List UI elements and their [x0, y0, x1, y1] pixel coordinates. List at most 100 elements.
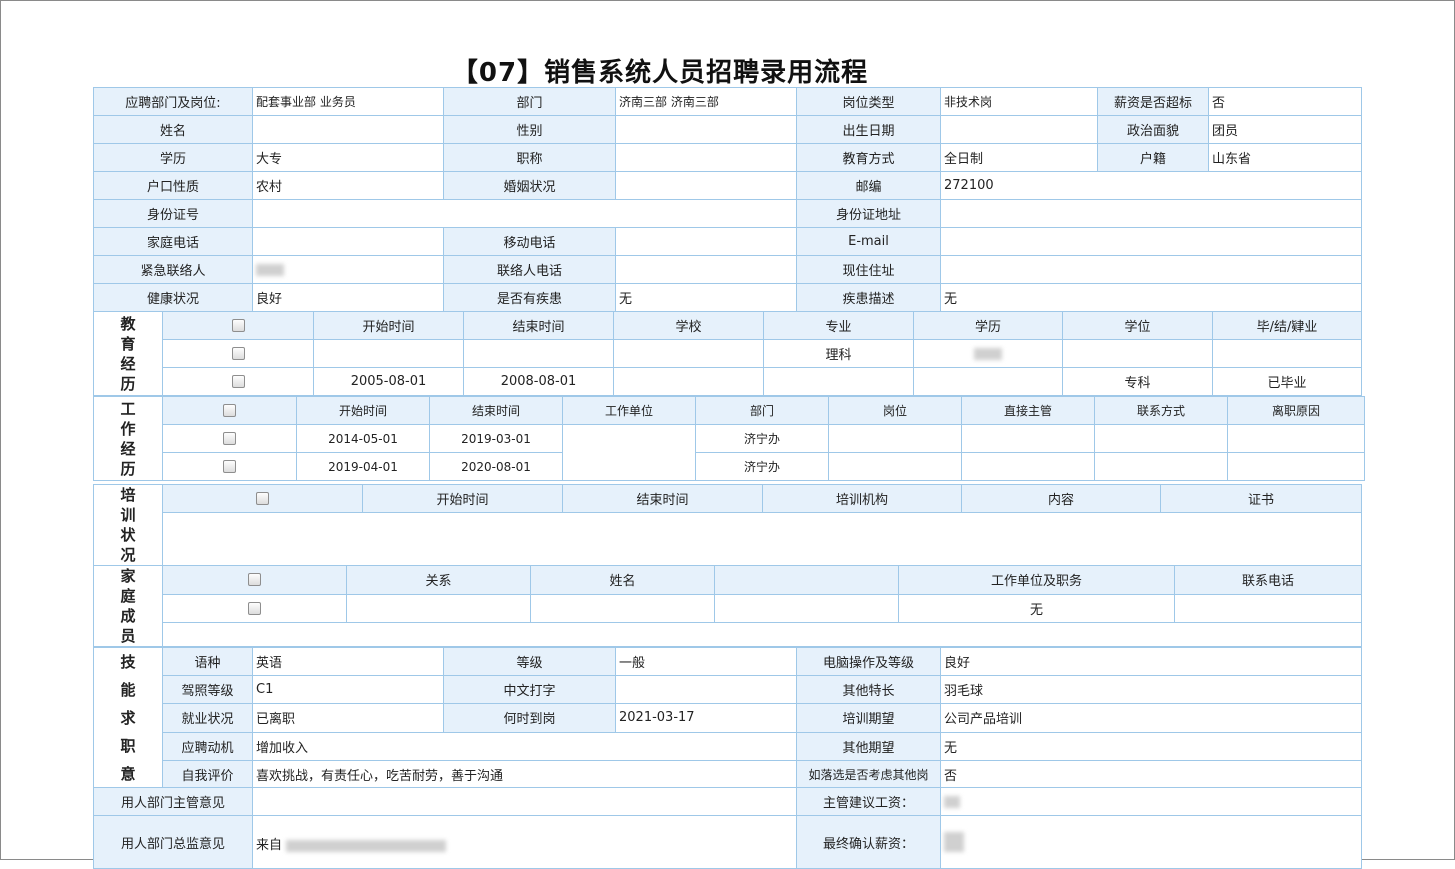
table-cell: 2005-08-01 — [314, 368, 464, 396]
column-header: 联系方式 — [1095, 397, 1228, 425]
row-checkbox[interactable] — [163, 594, 347, 623]
field-label: 如落选是否考虑其他岗 — [797, 760, 941, 788]
field-label: 电脑操作及等级 — [797, 648, 941, 676]
row-checkbox[interactable] — [163, 425, 297, 453]
field-label: 应聘动机 — [163, 732, 253, 760]
checkbox-icon — [232, 319, 245, 332]
field-value: 团员 — [1209, 116, 1362, 144]
side-label-char: 意 — [94, 760, 162, 788]
field-label: 最终确认薪资： — [797, 816, 941, 869]
table-row — [94, 623, 1362, 647]
training-table: 培训状况 开始时间 结束时间 培训机构 内容 证书 — [93, 484, 1362, 566]
field-value — [253, 228, 444, 256]
opinion-text: 来自 — [256, 838, 282, 853]
table-cell — [914, 340, 1063, 368]
select-all-checkbox[interactable] — [163, 566, 347, 595]
field-label: 学历 — [94, 144, 253, 172]
field-label: 健康状况 — [94, 284, 253, 312]
column-header: 结束时间 — [430, 397, 563, 425]
field-value: 英语 — [253, 648, 444, 676]
field-value: 良好 — [941, 648, 1362, 676]
field-value — [941, 256, 1362, 284]
table-cell — [914, 368, 1063, 396]
side-label-char: 工 — [94, 399, 162, 419]
basic-row: 学历 大专 职称 教育方式 全日制 户籍 山东省 — [94, 144, 1362, 172]
field-value: 无 — [941, 732, 1362, 760]
row-checkbox[interactable] — [163, 340, 314, 368]
education-side-label: 教育经历 — [94, 312, 163, 396]
side-label-char: 作 — [94, 419, 162, 439]
field-label: 部门 — [444, 88, 616, 116]
side-label-char: 员 — [94, 626, 162, 646]
skills-side-label: 技能求职意 — [94, 648, 163, 789]
training-side-label: 培训状况 — [94, 485, 163, 566]
column-header: 结束时间 — [563, 485, 763, 513]
checkbox-icon — [248, 573, 261, 586]
skills-table: 技能求职意 语种 英语 等级 一般 电脑操作及等级 良好 驾照等级 C1 中文打… — [93, 647, 1362, 789]
row-checkbox[interactable] — [163, 453, 297, 481]
column-header: 工作单位 — [563, 397, 696, 425]
table-cell — [1095, 425, 1228, 453]
table-cell: 已毕业 — [1213, 368, 1362, 396]
field-value: 否 — [941, 760, 1362, 788]
table-cell: 专科 — [1063, 368, 1213, 396]
field-label: 等级 — [444, 648, 616, 676]
select-all-checkbox[interactable] — [163, 312, 314, 340]
side-label-char: 训 — [94, 505, 162, 525]
field-value — [253, 116, 444, 144]
column-header: 关系 — [347, 566, 531, 595]
redacted-value — [286, 840, 446, 852]
basic-row: 健康状况 良好 是否有疾患 无 疾患描述 无 — [94, 284, 1362, 312]
field-value: 来自 — [253, 816, 797, 869]
field-value: 增加收入 — [253, 732, 797, 760]
side-label-char: 经 — [94, 439, 162, 459]
field-label: 培训期望 — [797, 704, 941, 732]
field-value: 272100 — [941, 172, 1362, 200]
field-label: 就业状况 — [163, 704, 253, 732]
field-label: 薪资是否超标 — [1098, 88, 1209, 116]
field-label: E-mail — [797, 228, 941, 256]
column-header: 开始时间 — [314, 312, 464, 340]
column-header: 结束时间 — [464, 312, 614, 340]
basic-info-table: 应聘部门及岗位: 配套事业部 业务员 部门 济南三部 济南三部 岗位类型 非技术… — [93, 87, 1362, 312]
field-label: 婚姻状况 — [444, 172, 616, 200]
field-value: 喜欢挑战，有责任心，吃苦耐劳，善于沟通 — [253, 760, 797, 788]
row-checkbox[interactable] — [163, 368, 314, 396]
table-row: 2019-04-01 2020-08-01 济宁办 — [94, 453, 1365, 481]
field-value — [941, 788, 1362, 816]
education-table: 教育经历 开始时间 结束时间 学校 专业 学历 学位 毕/结/肄业 理科 200… — [93, 311, 1362, 396]
field-label: 何时到岗 — [444, 704, 616, 732]
field-value: 一般 — [616, 648, 797, 676]
field-label: 出生日期 — [797, 116, 941, 144]
field-label: 教育方式 — [797, 144, 941, 172]
table-cell — [1228, 425, 1365, 453]
field-label: 是否有疾患 — [444, 284, 616, 312]
empty-area — [163, 513, 1362, 566]
select-all-checkbox[interactable] — [163, 397, 297, 425]
field-value: 配套事业部 业务员 — [253, 88, 444, 116]
field-value — [616, 228, 797, 256]
table-cell — [764, 368, 914, 396]
field-value — [253, 788, 797, 816]
field-value: C1 — [253, 676, 444, 704]
side-label-char: 技 — [94, 648, 162, 676]
field-value — [941, 228, 1362, 256]
side-label-char: 成 — [94, 606, 162, 626]
checkbox-icon — [232, 347, 245, 360]
field-label: 主管建议工资： — [797, 788, 941, 816]
table-cell — [1228, 453, 1365, 481]
column-header: 姓名 — [531, 566, 715, 595]
side-label-char: 能 — [94, 676, 162, 704]
checkbox-icon — [232, 375, 245, 388]
side-label-char: 经 — [94, 354, 162, 374]
column-header: 毕/结/肄业 — [1213, 312, 1362, 340]
skills-row: 就业状况 已离职 何时到岗 2021-03-17 培训期望 公司产品培训 — [94, 704, 1362, 732]
field-label: 其他期望 — [797, 732, 941, 760]
work-table: 工作经历 开始时间 结束时间 工作单位 部门 岗位 直接主管 联系方式 离职原因… — [93, 396, 1365, 481]
table-cell — [829, 425, 962, 453]
select-all-checkbox[interactable] — [163, 485, 363, 513]
table-row: 无 — [94, 594, 1362, 623]
field-label: 自我评价 — [163, 760, 253, 788]
field-value — [616, 676, 797, 704]
skills-row: 技能求职意 语种 英语 等级 一般 电脑操作及等级 良好 — [94, 648, 1362, 676]
